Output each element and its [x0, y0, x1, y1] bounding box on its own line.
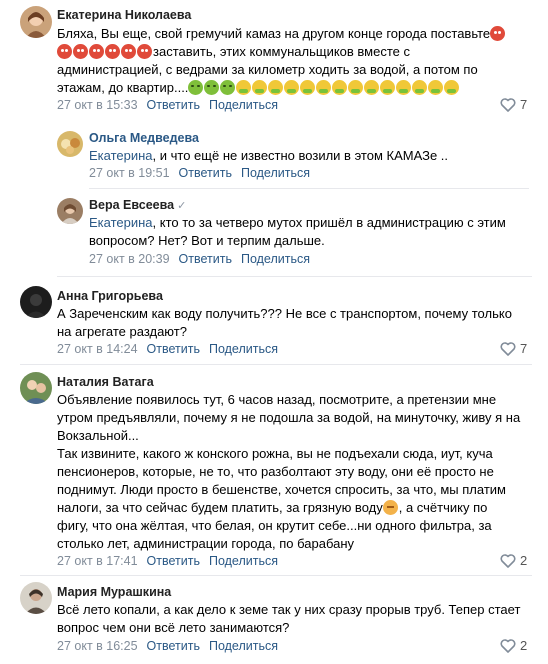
- angry-face-icon: [57, 44, 72, 59]
- vomiting-face-icon: [364, 80, 380, 95]
- comment-text: Бляха, Вы еще, свой гремучий камаз на др…: [57, 25, 517, 97]
- vomiting-face-icon: [236, 80, 252, 95]
- comment-meta: 27 окт в 20:39 Ответить Поделиться: [89, 252, 310, 266]
- comment-time[interactable]: 27 окт в 14:24: [57, 342, 138, 356]
- nauseated-face-icon: [204, 80, 220, 95]
- vomiting-face-icon: [252, 80, 268, 95]
- comment-meta: 27 окт в 15:33 Ответить Поделиться: [57, 98, 278, 112]
- vomiting-face-icon: [444, 80, 460, 95]
- comment-author[interactable]: Екатерина Николаева: [57, 8, 191, 22]
- vomiting-face-icon: [396, 80, 412, 95]
- comment-text-part: Объявление появилось тут, 6 часов назад,…: [57, 392, 521, 443]
- vomiting-face-icon: [412, 80, 428, 95]
- comments-page: Екатерина Николаева Бляха, Вы еще, свой …: [0, 0, 548, 664]
- avatar[interactable]: [57, 198, 83, 224]
- comment-text: А Зареченским как воду получить??? Не вс…: [57, 306, 512, 339]
- comment-meta: 27 окт в 19:51 Ответить Поделиться: [89, 166, 310, 180]
- reply-button[interactable]: Ответить: [147, 639, 200, 653]
- comment-author[interactable]: Вера Евсеева ✓: [89, 198, 186, 212]
- comment-author[interactable]: Анна Григорьева: [57, 289, 163, 303]
- angry-face-icon: [137, 44, 152, 59]
- comment-text: Екатерина, и что ещё не известно возили …: [89, 147, 519, 165]
- share-button[interactable]: Поделиться: [209, 639, 278, 653]
- angry-face-icon: [73, 44, 88, 59]
- avatar[interactable]: [20, 582, 52, 614]
- vomiting-face-icon: [316, 80, 332, 95]
- comment-time[interactable]: 27 окт в 16:25: [57, 639, 138, 653]
- heart-icon: [500, 97, 516, 112]
- comment-meta: 27 окт в 14:24 Ответить Поделиться: [57, 342, 278, 356]
- nauseated-face-icon: [188, 80, 204, 95]
- comment-author[interactable]: Ольга Медведева: [89, 131, 199, 145]
- comment-text-part: Бляха, Вы еще, свой гремучий камаз на др…: [57, 26, 491, 41]
- reply-button[interactable]: Ответить: [147, 98, 200, 112]
- like-count: 7: [520, 341, 528, 356]
- angry-face-icon: [121, 44, 136, 59]
- comment-text: Объявление появилось тут, 6 часов назад,…: [57, 391, 522, 553]
- heart-icon: [500, 553, 516, 568]
- divider: [20, 575, 532, 576]
- vomiting-face-icon: [284, 80, 300, 95]
- reply-button[interactable]: Ответить: [147, 554, 200, 568]
- angry-face-icon: [89, 44, 104, 59]
- divider: [57, 276, 532, 277]
- comment-time[interactable]: 27 окт в 17:41: [57, 554, 138, 568]
- like-count: 7: [520, 97, 528, 112]
- comment-meta: 27 окт в 17:41 Ответить Поделиться: [57, 554, 278, 568]
- avatar[interactable]: [57, 131, 83, 157]
- reply-button[interactable]: Ответить: [179, 252, 232, 266]
- comment-time[interactable]: 27 окт в 19:51: [89, 166, 170, 180]
- vomiting-face-icon: [428, 80, 444, 95]
- mention-link[interactable]: Екатерина: [89, 148, 153, 163]
- reply-button[interactable]: Ответить: [179, 166, 232, 180]
- share-button[interactable]: Поделиться: [209, 342, 278, 356]
- heart-icon: [500, 341, 516, 356]
- avatar[interactable]: [20, 372, 52, 404]
- vomiting-face-icon: [380, 80, 396, 95]
- comment-author[interactable]: Наталия Ватага: [57, 375, 154, 389]
- comment-meta: 27 окт в 16:25 Ответить Поделиться: [57, 639, 278, 653]
- comment-text-part: , и что ещё не известно возили в этом КА…: [152, 148, 449, 163]
- comment-text: Екатерина, кто то за четверо мутох пришё…: [89, 214, 519, 250]
- nauseated-face-icon: [220, 80, 236, 95]
- avatar[interactable]: [20, 286, 52, 318]
- share-button[interactable]: Поделиться: [209, 98, 278, 112]
- like-button[interactable]: 2: [500, 638, 527, 653]
- divider: [89, 188, 529, 189]
- share-button[interactable]: Поделиться: [209, 554, 278, 568]
- angry-face-icon: [105, 44, 120, 59]
- person-pouting-icon: [382, 500, 398, 515]
- like-count: 2: [520, 638, 528, 653]
- vomiting-face-icon: [348, 80, 364, 95]
- divider: [20, 364, 532, 365]
- vomiting-face-icon: [300, 80, 316, 95]
- comment-author-name: Вера Евсеева: [89, 198, 175, 212]
- vomiting-face-icon: [268, 80, 284, 95]
- avatar[interactable]: [20, 6, 52, 38]
- like-button[interactable]: 7: [500, 341, 527, 356]
- comment-time[interactable]: 27 окт в 20:39: [89, 252, 170, 266]
- comment-time[interactable]: 27 окт в 15:33: [57, 98, 138, 112]
- like-button[interactable]: 2: [500, 553, 527, 568]
- reply-button[interactable]: Ответить: [147, 342, 200, 356]
- heart-icon: [500, 638, 516, 653]
- angry-face-icon: [490, 26, 506, 41]
- share-button[interactable]: Поделиться: [241, 166, 310, 180]
- like-count: 2: [520, 553, 528, 568]
- comment-text: Всё лето копали, а как дело к земе так у…: [57, 602, 521, 635]
- share-button[interactable]: Поделиться: [241, 252, 310, 266]
- vomiting-face-icon: [332, 80, 348, 95]
- comment-author[interactable]: Мария Мурашкина: [57, 585, 171, 599]
- like-button[interactable]: 7: [500, 97, 527, 112]
- mention-link[interactable]: Екатерина: [89, 215, 153, 230]
- checkmark-icon: ✓: [177, 200, 187, 212]
